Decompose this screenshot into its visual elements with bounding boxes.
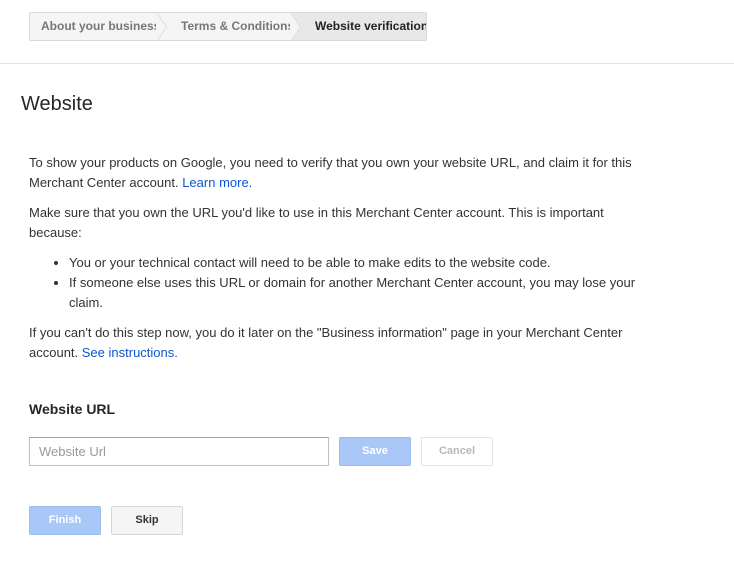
chevron-right-icon — [290, 13, 301, 40]
website-url-label: Website URL — [29, 401, 116, 417]
breadcrumb-step-label: Website verification — [315, 19, 427, 33]
breadcrumb-step-label: About your business — [41, 19, 161, 33]
intro-text-1: To show your products on Google, you nee… — [29, 155, 632, 190]
header-divider — [0, 63, 734, 64]
reasons-list: You or your technical contact will need … — [29, 253, 649, 313]
breadcrumb-step-label: Terms & Conditions — [181, 19, 295, 33]
breadcrumb-stepper: About your business Terms & Conditions W… — [29, 12, 427, 41]
save-button[interactable]: Save — [339, 437, 411, 466]
breadcrumb-step-about-business[interactable]: About your business — [30, 13, 167, 40]
skip-button[interactable]: Skip — [111, 506, 183, 535]
intro-paragraph-3: If you can't do this step now, you do it… — [29, 323, 649, 363]
breadcrumb: About your business Terms & Conditions W… — [29, 12, 427, 41]
breadcrumb-step-terms[interactable]: Terms & Conditions — [158, 13, 301, 40]
cancel-button[interactable]: Cancel — [421, 437, 493, 466]
page-title: Website — [21, 93, 93, 115]
list-item: If someone else uses this URL or domain … — [69, 273, 649, 313]
finish-button[interactable]: Finish — [29, 506, 101, 535]
intro-content: To show your products on Google, you nee… — [29, 153, 649, 373]
intro-paragraph-2: Make sure that you own the URL you'd lik… — [29, 205, 604, 240]
intro-paragraph-1: To show your products on Google, you nee… — [29, 153, 649, 193]
see-instructions-link[interactable]: See instructions. — [82, 345, 178, 360]
website-url-input[interactable] — [29, 437, 329, 466]
list-item: You or your technical contact will need … — [69, 253, 649, 273]
learn-more-link[interactable]: Learn more. — [182, 175, 252, 190]
breadcrumb-step-website-verification[interactable]: Website verification — [292, 13, 426, 40]
chevron-right-icon — [156, 13, 167, 40]
